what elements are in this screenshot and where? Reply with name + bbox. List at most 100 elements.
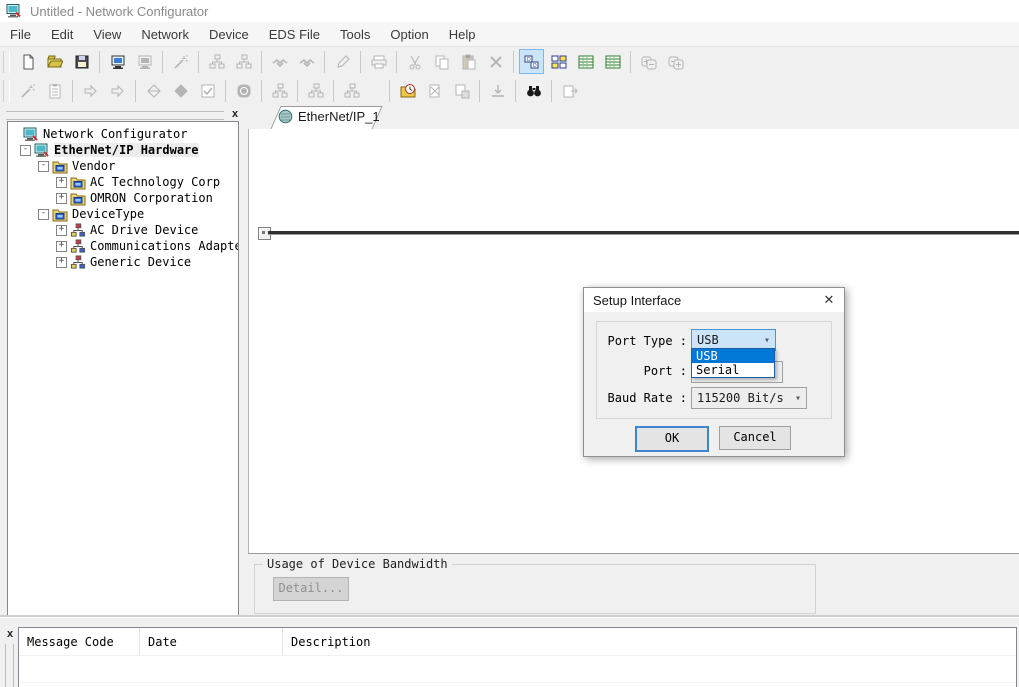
edit-network-button[interactable] bbox=[267, 78, 292, 103]
tree-label: EtherNet/IP Hardware bbox=[54, 143, 199, 157]
tree-item-devicetype[interactable]: - DeviceType bbox=[8, 206, 238, 222]
network-trunk-line[interactable] bbox=[268, 231, 1019, 235]
menu-file[interactable]: File bbox=[0, 24, 41, 45]
message-list[interactable]: Message Code Date Description bbox=[18, 627, 1017, 687]
save-document-button[interactable] bbox=[449, 78, 474, 103]
expand-expander-icon[interactable]: + bbox=[56, 257, 67, 268]
transfer-from-device-button[interactable] bbox=[231, 49, 256, 74]
tree-item-communications-adapter[interactable]: + Communications Adapter bbox=[8, 238, 238, 254]
detail-view-button[interactable] bbox=[573, 49, 598, 74]
discard-document-icon bbox=[427, 83, 443, 99]
upload-network2-button[interactable] bbox=[339, 78, 364, 103]
toolbar-separator bbox=[333, 80, 334, 102]
copy-icon bbox=[434, 54, 450, 70]
print-button[interactable] bbox=[366, 49, 391, 74]
baud-rate-combobox[interactable]: 115200 Bit/s ▾ bbox=[691, 387, 807, 409]
external-document-button[interactable] bbox=[557, 78, 582, 103]
connect-button[interactable] bbox=[267, 49, 292, 74]
new-button[interactable] bbox=[15, 49, 40, 74]
menu-network[interactable]: Network bbox=[131, 24, 199, 45]
message-panel-grip[interactable] bbox=[5, 644, 14, 687]
dropdown-option-usb[interactable]: USB bbox=[692, 349, 774, 363]
expand-network-button[interactable] bbox=[663, 49, 688, 74]
table-view-button[interactable] bbox=[600, 49, 625, 74]
collapse-expander-icon[interactable]: - bbox=[20, 145, 31, 156]
wand-tool-button[interactable] bbox=[15, 78, 40, 103]
paste-button[interactable] bbox=[456, 49, 481, 74]
find-binoculars-icon bbox=[526, 83, 542, 99]
find-button[interactable] bbox=[521, 78, 546, 103]
dock-area: x Network Configurator - EtherNet/IP Har… bbox=[0, 105, 1019, 617]
disconnect-button[interactable] bbox=[294, 49, 319, 74]
connect-network-icon bbox=[272, 54, 288, 70]
export-device-button[interactable] bbox=[78, 78, 103, 103]
close-x-icon[interactable]: x bbox=[228, 108, 242, 122]
edit-button[interactable] bbox=[330, 49, 355, 74]
diamond-filled-button[interactable] bbox=[168, 78, 193, 103]
column-message-code[interactable]: Message Code bbox=[19, 628, 140, 655]
collapse-expander-icon[interactable]: - bbox=[38, 161, 49, 172]
menu-eds-file[interactable]: EDS File bbox=[259, 24, 330, 45]
delete-button[interactable] bbox=[483, 49, 508, 74]
usage-history-button[interactable] bbox=[395, 78, 420, 103]
menu-tools[interactable]: Tools bbox=[330, 24, 380, 45]
expand-expander-icon[interactable]: + bbox=[56, 193, 67, 204]
large-icon-view-button[interactable] bbox=[519, 49, 544, 74]
menu-device[interactable]: Device bbox=[199, 24, 259, 45]
download-network-button[interactable] bbox=[132, 49, 157, 74]
export-device-icon bbox=[83, 83, 99, 99]
menu-bar: File Edit View Network Device EDS File T… bbox=[0, 22, 1019, 47]
tree-item-omron-corporation[interactable]: + OMRON Corporation bbox=[8, 190, 238, 206]
diamond-outline-button[interactable] bbox=[141, 78, 166, 103]
menu-edit[interactable]: Edit bbox=[41, 24, 83, 45]
toolbar-grip[interactable] bbox=[3, 51, 10, 73]
import-device-button[interactable] bbox=[105, 78, 130, 103]
tree-label: AC Technology Corp bbox=[90, 175, 220, 189]
large-icon-view-icon bbox=[524, 54, 540, 70]
dropdown-option-serial[interactable]: Serial bbox=[692, 363, 774, 377]
computer-icon bbox=[34, 143, 51, 158]
parameter-sheet-button[interactable] bbox=[42, 78, 67, 103]
copy-button[interactable] bbox=[429, 49, 454, 74]
tree-item-ethernet-ip-hardware[interactable]: - EtherNet/IP Hardware bbox=[8, 142, 238, 158]
column-description[interactable]: Description bbox=[283, 628, 1016, 655]
tree-item-ac-drive-device[interactable]: + AC Drive Device bbox=[8, 222, 238, 238]
menu-help[interactable]: Help bbox=[439, 24, 486, 45]
tree-item-network-configurator[interactable]: Network Configurator bbox=[8, 126, 238, 142]
cancel-button[interactable]: Cancel bbox=[719, 426, 791, 450]
tree-item-vendor[interactable]: - Vendor bbox=[8, 158, 238, 174]
tab-ethernet-ip-1[interactable]: EtherNet/IP_1 bbox=[256, 106, 372, 129]
open-button[interactable] bbox=[42, 49, 67, 74]
toolbar-grip[interactable] bbox=[3, 80, 10, 102]
tree-item-generic-device[interactable]: + Generic Device bbox=[8, 254, 238, 270]
upload-network-button[interactable] bbox=[105, 49, 130, 74]
discard-document-button[interactable] bbox=[422, 78, 447, 103]
route-network-button[interactable] bbox=[303, 78, 328, 103]
message-empty-row bbox=[19, 656, 1016, 683]
detail-button[interactable]: Detail... bbox=[273, 577, 349, 601]
download-line-button[interactable] bbox=[485, 78, 510, 103]
expand-expander-icon[interactable]: + bbox=[56, 177, 67, 188]
expand-network-icon bbox=[668, 54, 684, 70]
tree-panel-grip[interactable] bbox=[6, 111, 224, 120]
device-wizard-button[interactable] bbox=[168, 49, 193, 74]
bandwidth-group-title: Usage of Device Bandwidth bbox=[263, 557, 452, 571]
close-x-icon[interactable]: ✕ bbox=[820, 292, 838, 308]
small-icon-view-button[interactable] bbox=[546, 49, 571, 74]
expand-expander-icon[interactable]: + bbox=[56, 241, 67, 252]
save-button[interactable] bbox=[69, 49, 94, 74]
title-bar: Untitled - Network Configurator bbox=[0, 0, 1019, 22]
column-date[interactable]: Date bbox=[140, 628, 283, 655]
io-clock-button[interactable] bbox=[231, 78, 256, 103]
menu-view[interactable]: View bbox=[83, 24, 131, 45]
close-x-icon[interactable]: x bbox=[3, 628, 17, 642]
cut-button[interactable] bbox=[402, 49, 427, 74]
expand-expander-icon[interactable]: + bbox=[56, 225, 67, 236]
collapse-expander-icon[interactable]: - bbox=[38, 209, 49, 220]
collapse-network-button[interactable] bbox=[636, 49, 661, 74]
menu-option[interactable]: Option bbox=[380, 24, 438, 45]
tree-item-ac-technology-corp[interactable]: + AC Technology Corp bbox=[8, 174, 238, 190]
verify-checkbox-button[interactable] bbox=[195, 78, 220, 103]
ok-button[interactable]: OK bbox=[635, 426, 709, 452]
transfer-to-device-button[interactable] bbox=[204, 49, 229, 74]
